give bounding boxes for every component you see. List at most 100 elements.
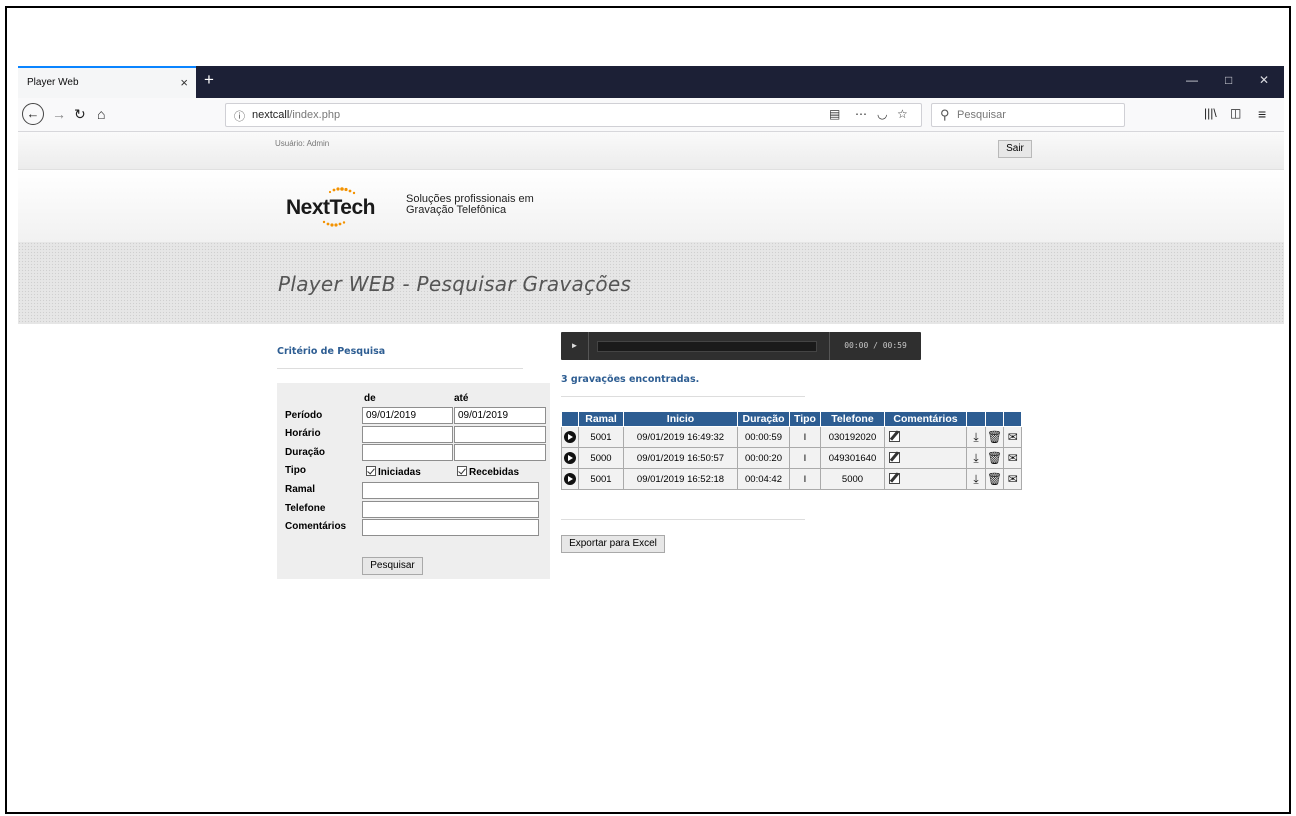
export-excel-button[interactable]: Exportar para Excel (561, 535, 665, 553)
edit-comment-icon[interactable] (888, 473, 900, 485)
comments-input[interactable] (362, 519, 539, 536)
time-from-input[interactable] (362, 426, 453, 443)
more-icon[interactable]: ⋯ (855, 107, 867, 121)
time-label: Horário (285, 428, 321, 439)
extension-input[interactable] (362, 482, 539, 499)
cell-duracao: 00:00:59 (737, 426, 790, 448)
header-telefone: Telefone (819, 411, 885, 427)
browser-search-input[interactable]: ⚲ Pesquisar (931, 103, 1125, 127)
row-play-button[interactable] (561, 468, 579, 490)
type-initiated-checkbox[interactable]: Iniciadas (366, 466, 421, 478)
table-header-row: Ramal Inicio Duração Tipo Telefone Comen… (561, 411, 1023, 427)
delete-button[interactable]: 🗑 (984, 468, 1005, 490)
type-initiated-label: Iniciadas (378, 467, 421, 478)
delete-button[interactable]: 🗑 (984, 447, 1005, 469)
email-button[interactable]: ✉ (1003, 468, 1023, 490)
period-label: Período (285, 410, 323, 421)
tab-title: Player Web (27, 77, 79, 88)
new-tab-button[interactable]: + (204, 70, 214, 90)
tagline-line-2: Gravação Telefônica (406, 204, 507, 216)
tab-close-icon[interactable]: × (180, 75, 188, 90)
envelope-icon[interactable]: ✉ (1008, 430, 1018, 444)
menu-icon[interactable]: ≡ (1258, 106, 1266, 122)
time-to-input[interactable] (454, 426, 546, 443)
url-bar[interactable]: ⓘ nextcall/index.php ▤ ⋯ ◡ ☆ (225, 103, 922, 127)
url-path: /index.php (289, 109, 341, 121)
cell-comentarios[interactable] (883, 426, 967, 448)
phone-input[interactable] (362, 501, 539, 518)
edit-comment-icon[interactable] (888, 431, 900, 443)
search-criteria-title: Critério de Pesquisa (277, 346, 386, 357)
results-count: 3 gravações encontradas. (561, 374, 700, 385)
play-circle-icon[interactable] (564, 431, 576, 443)
duration-to-input[interactable] (454, 444, 546, 461)
envelope-icon[interactable]: ✉ (1008, 472, 1018, 486)
type-received-checkbox[interactable]: Recebidas (457, 466, 519, 478)
home-icon[interactable]: ⌂ (97, 106, 105, 122)
download-button[interactable]: ⤓ (965, 426, 986, 448)
delete-button[interactable]: 🗑 (984, 426, 1005, 448)
divider (561, 396, 805, 397)
user-label: Usuário: Admin (275, 139, 330, 148)
email-button[interactable]: ✉ (1003, 426, 1023, 448)
row-play-button[interactable] (561, 447, 579, 469)
cell-comentarios[interactable] (883, 468, 967, 490)
edit-comment-icon[interactable] (888, 452, 900, 464)
cell-ramal: 5000 (578, 447, 624, 469)
cell-comentarios[interactable] (883, 447, 967, 469)
period-from-input[interactable]: 09/01/2019 (362, 407, 453, 424)
download-icon[interactable]: ⤓ (973, 472, 978, 486)
column-to: até (454, 393, 469, 404)
sidebar-icon[interactable]: ◫ (1230, 106, 1241, 120)
trash-icon[interactable]: 🗑 (987, 472, 1002, 486)
site-info-icon[interactable]: ⓘ (234, 108, 245, 124)
url-host: nextcall (252, 109, 290, 121)
cell-inicio: 09/01/2019 16:50:57 (623, 447, 738, 469)
results-table: Ramal Inicio Duração Tipo Telefone Comen… (561, 411, 1023, 490)
cell-telefone: 5000 (819, 468, 885, 490)
search-button[interactable]: Pesquisar (362, 557, 423, 575)
logout-button[interactable]: Sair (998, 140, 1032, 158)
player-play-button[interactable]: ► (561, 332, 589, 360)
phone-label: Telefone (285, 503, 326, 514)
reload-icon[interactable]: ↻ (74, 106, 86, 123)
download-button[interactable]: ⤓ (965, 447, 986, 469)
minimize-button[interactable]: — (1186, 73, 1198, 87)
type-received-label: Recebidas (469, 467, 520, 478)
envelope-icon[interactable]: ✉ (1008, 451, 1018, 465)
search-criteria-panel: de até Período 09/01/2019 09/01/2019 Hor… (277, 383, 550, 579)
checkbox-checked-icon[interactable] (457, 466, 467, 476)
bookmark-star-icon[interactable]: ☆ (897, 107, 908, 121)
cell-telefone: 030192020 (819, 426, 885, 448)
download-button[interactable]: ⤓ (965, 468, 986, 490)
restore-button[interactable]: □ (1225, 73, 1232, 87)
browser-tab[interactable]: Player Web × (18, 66, 196, 98)
divider (561, 519, 805, 520)
download-icon[interactable]: ⤓ (973, 430, 978, 444)
row-play-button[interactable] (561, 426, 579, 448)
trash-icon[interactable]: 🗑 (987, 451, 1002, 465)
pocket-icon[interactable]: ◡ (877, 107, 887, 121)
email-button[interactable]: ✉ (1003, 447, 1023, 469)
trash-icon[interactable]: 🗑 (987, 430, 1002, 444)
search-placeholder: Pesquisar (957, 109, 1006, 121)
cell-tipo: I (789, 447, 821, 469)
play-circle-icon[interactable] (564, 452, 576, 464)
forward-arrow-icon[interactable]: → (52, 106, 66, 122)
header-comentarios: Comentários (883, 411, 967, 427)
close-window-button[interactable]: ✕ (1259, 73, 1269, 87)
library-icon[interactable]: |||\ (1204, 106, 1217, 120)
header-play (561, 411, 579, 427)
back-arrow-icon[interactable]: ← (22, 103, 44, 125)
cell-ramal: 5001 (578, 468, 624, 490)
cell-tipo: I (789, 426, 821, 448)
reader-icon[interactable]: ▤ (829, 107, 840, 121)
period-to-input[interactable]: 09/01/2019 (454, 407, 546, 424)
download-icon[interactable]: ⤓ (973, 451, 978, 465)
play-circle-icon[interactable] (564, 473, 576, 485)
checkbox-checked-icon[interactable] (366, 466, 376, 476)
duration-from-input[interactable] (362, 444, 453, 461)
cell-ramal: 5001 (578, 426, 624, 448)
header-tipo: Tipo (789, 411, 821, 427)
player-progress-bar[interactable] (597, 341, 817, 352)
